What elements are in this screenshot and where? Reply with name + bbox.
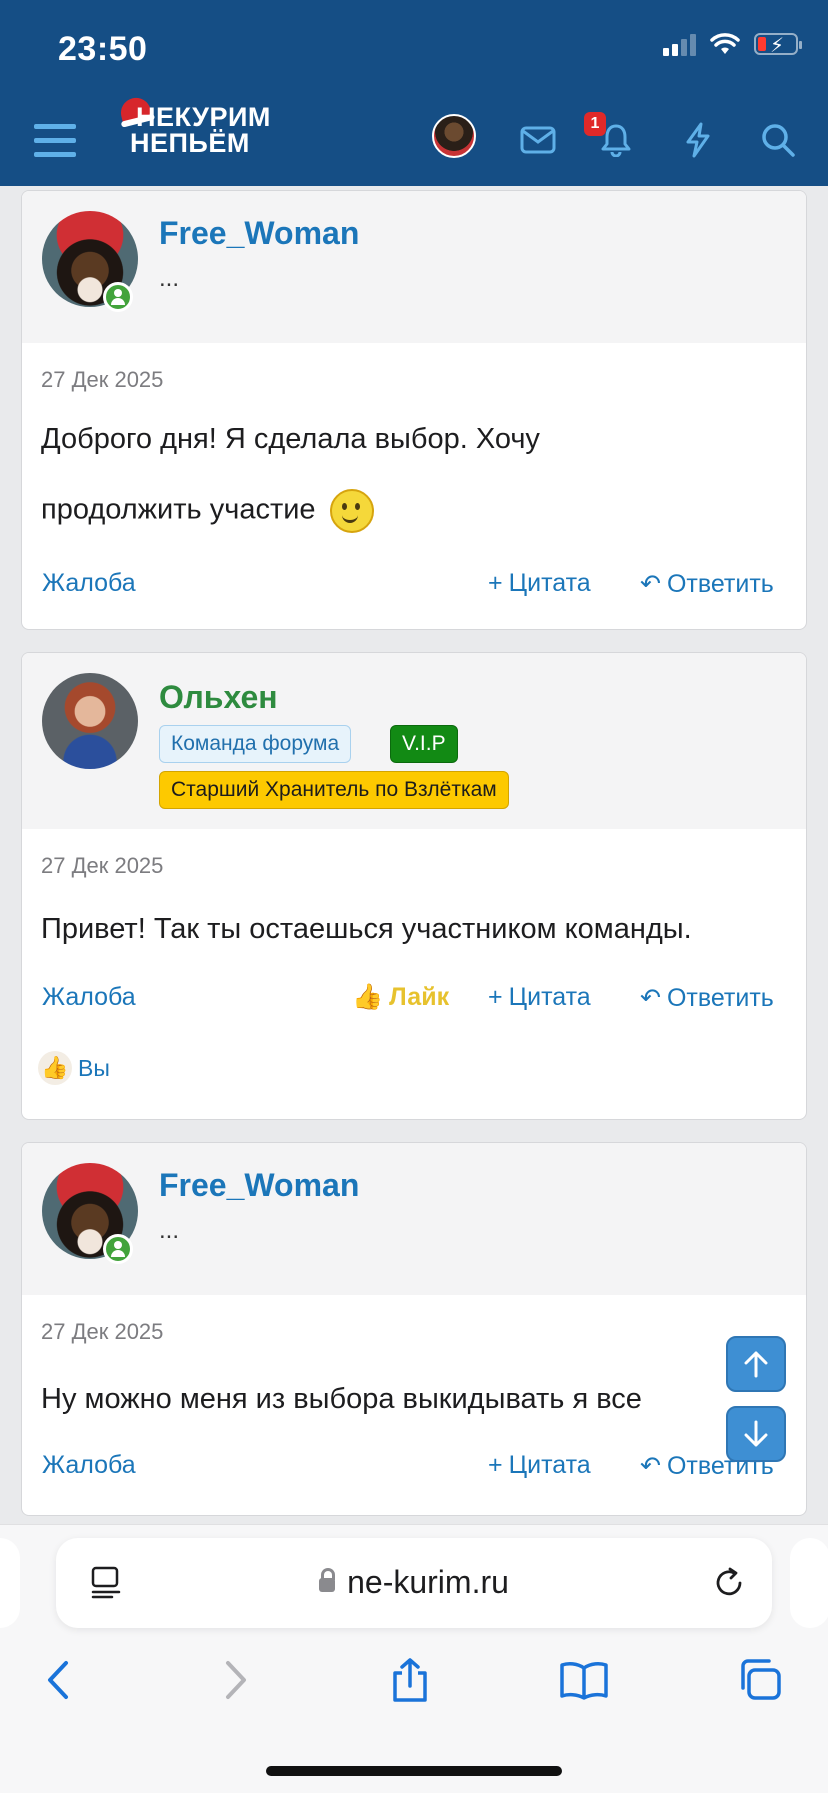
site-logo[interactable]: НЕКУРИМ НЕПЬЁМ: [117, 94, 271, 157]
report-link[interactable]: Жалоба: [42, 983, 136, 1012]
report-link[interactable]: Жалоба: [42, 569, 136, 598]
forward-icon[interactable]: [206, 1650, 266, 1710]
post-text-line2: продолжить участие: [41, 489, 374, 533]
reply-arrow-icon: ↶: [640, 1452, 661, 1480]
scroll-up-button[interactable]: [726, 1336, 786, 1392]
online-status-icon: [103, 282, 133, 312]
author-subtitle: ...: [159, 265, 180, 292]
scroll-down-button[interactable]: [726, 1406, 786, 1462]
top-app-bar: 23:50 ⚡ НЕКУРИМ НЕПЬЁМ 1: [0, 0, 828, 186]
post-card: Ольхен Команда форума V.I.P Старший Хран…: [21, 652, 807, 1120]
lightning-icon[interactable]: [676, 118, 720, 162]
reply-button[interactable]: ↶ Ответить: [640, 983, 774, 1013]
thumbs-up-icon: 👍: [352, 983, 384, 1011]
tabs-icon[interactable]: [730, 1650, 790, 1710]
plus-icon: +: [488, 983, 503, 1011]
thumbs-up-reaction-icon: 👍: [38, 1051, 72, 1085]
plus-icon: +: [488, 569, 503, 597]
author-name[interactable]: Ольхен: [159, 679, 278, 716]
post-date[interactable]: 27 Дек 2025: [41, 1319, 163, 1345]
next-tab-edge[interactable]: [790, 1538, 828, 1628]
share-icon[interactable]: [380, 1650, 440, 1710]
battery-icon: ⚡: [754, 33, 802, 57]
search-icon[interactable]: [756, 118, 800, 162]
arrow-up-icon: [744, 1351, 768, 1378]
author-name[interactable]: Free_Woman: [159, 215, 359, 252]
post-card: Free_Woman ... 27 Дек 2025 Ну можно меня…: [21, 1142, 807, 1516]
status-time: 23:50: [58, 30, 148, 68]
like-button[interactable]: 👍 Лайк: [352, 983, 449, 1012]
quote-button[interactable]: + Цитата: [488, 569, 591, 598]
post-text: Доброго дня! Я сделала выбор. Хочу: [41, 423, 540, 455]
home-indicator: [266, 1766, 562, 1776]
vip-badge: V.I.P: [390, 725, 458, 763]
previous-tab-edge[interactable]: [0, 1538, 20, 1628]
reactions-summary[interactable]: 👍 Вы: [38, 1051, 110, 1085]
url-text[interactable]: ne-kurim.ru: [56, 1564, 772, 1601]
online-status-icon: [103, 1234, 133, 1264]
reply-arrow-icon: ↶: [640, 570, 661, 598]
menu-icon[interactable]: [34, 124, 76, 166]
post-actions: Жалоба + Цитата ↶ Ответить: [22, 1451, 806, 1485]
quote-button[interactable]: + Цитата: [488, 983, 591, 1012]
arrow-down-icon: [744, 1420, 768, 1447]
report-link[interactable]: Жалоба: [42, 1451, 136, 1480]
user-avatar[interactable]: [432, 114, 476, 158]
post-date[interactable]: 27 Дек 2025: [41, 367, 163, 393]
wifi-icon: [710, 33, 740, 54]
author-name[interactable]: Free_Woman: [159, 1167, 359, 1204]
post-date[interactable]: 27 Дек 2025: [41, 853, 163, 879]
reload-icon[interactable]: [712, 1566, 746, 1600]
post-text: Ну можно меня из выбора выкидывать я все: [41, 1383, 642, 1415]
lock-icon: [319, 1568, 336, 1592]
author-avatar[interactable]: [42, 673, 138, 769]
quote-button[interactable]: + Цитата: [488, 1451, 591, 1480]
post-header: Free_Woman ...: [22, 191, 806, 343]
reply-button[interactable]: ↶ Ответить: [640, 569, 774, 599]
cellular-signal-icon: [663, 32, 696, 56]
mail-icon[interactable]: [516, 118, 560, 162]
address-bar[interactable]: ne-kurim.ru: [56, 1538, 772, 1628]
title-badge: Старший Хранитель по Взлёткам: [159, 771, 509, 809]
post-header: Ольхен Команда форума V.I.P Старший Хран…: [22, 653, 806, 829]
post-header: Free_Woman ...: [22, 1143, 806, 1295]
plus-icon: +: [488, 1451, 503, 1479]
notification-badge[interactable]: 1: [584, 112, 606, 136]
post-actions: Жалоба 👍 Лайк + Цитата ↶ Ответить: [22, 983, 806, 1017]
thinking-smiley-icon: [329, 489, 374, 533]
status-icons: ⚡: [663, 32, 802, 57]
post-actions: Жалоба + Цитата ↶ Ответить: [22, 569, 806, 603]
post-card: Free_Woman ... 27 Дек 2025 Доброго дня! …: [21, 190, 807, 630]
back-icon[interactable]: [28, 1650, 88, 1710]
post-text: Привет! Так ты остаешься участником кома…: [41, 913, 692, 945]
bookmarks-icon[interactable]: [554, 1650, 614, 1710]
team-badge: Команда форума: [159, 725, 352, 763]
reply-arrow-icon: ↶: [640, 984, 661, 1012]
author-subtitle: ...: [159, 1217, 180, 1244]
